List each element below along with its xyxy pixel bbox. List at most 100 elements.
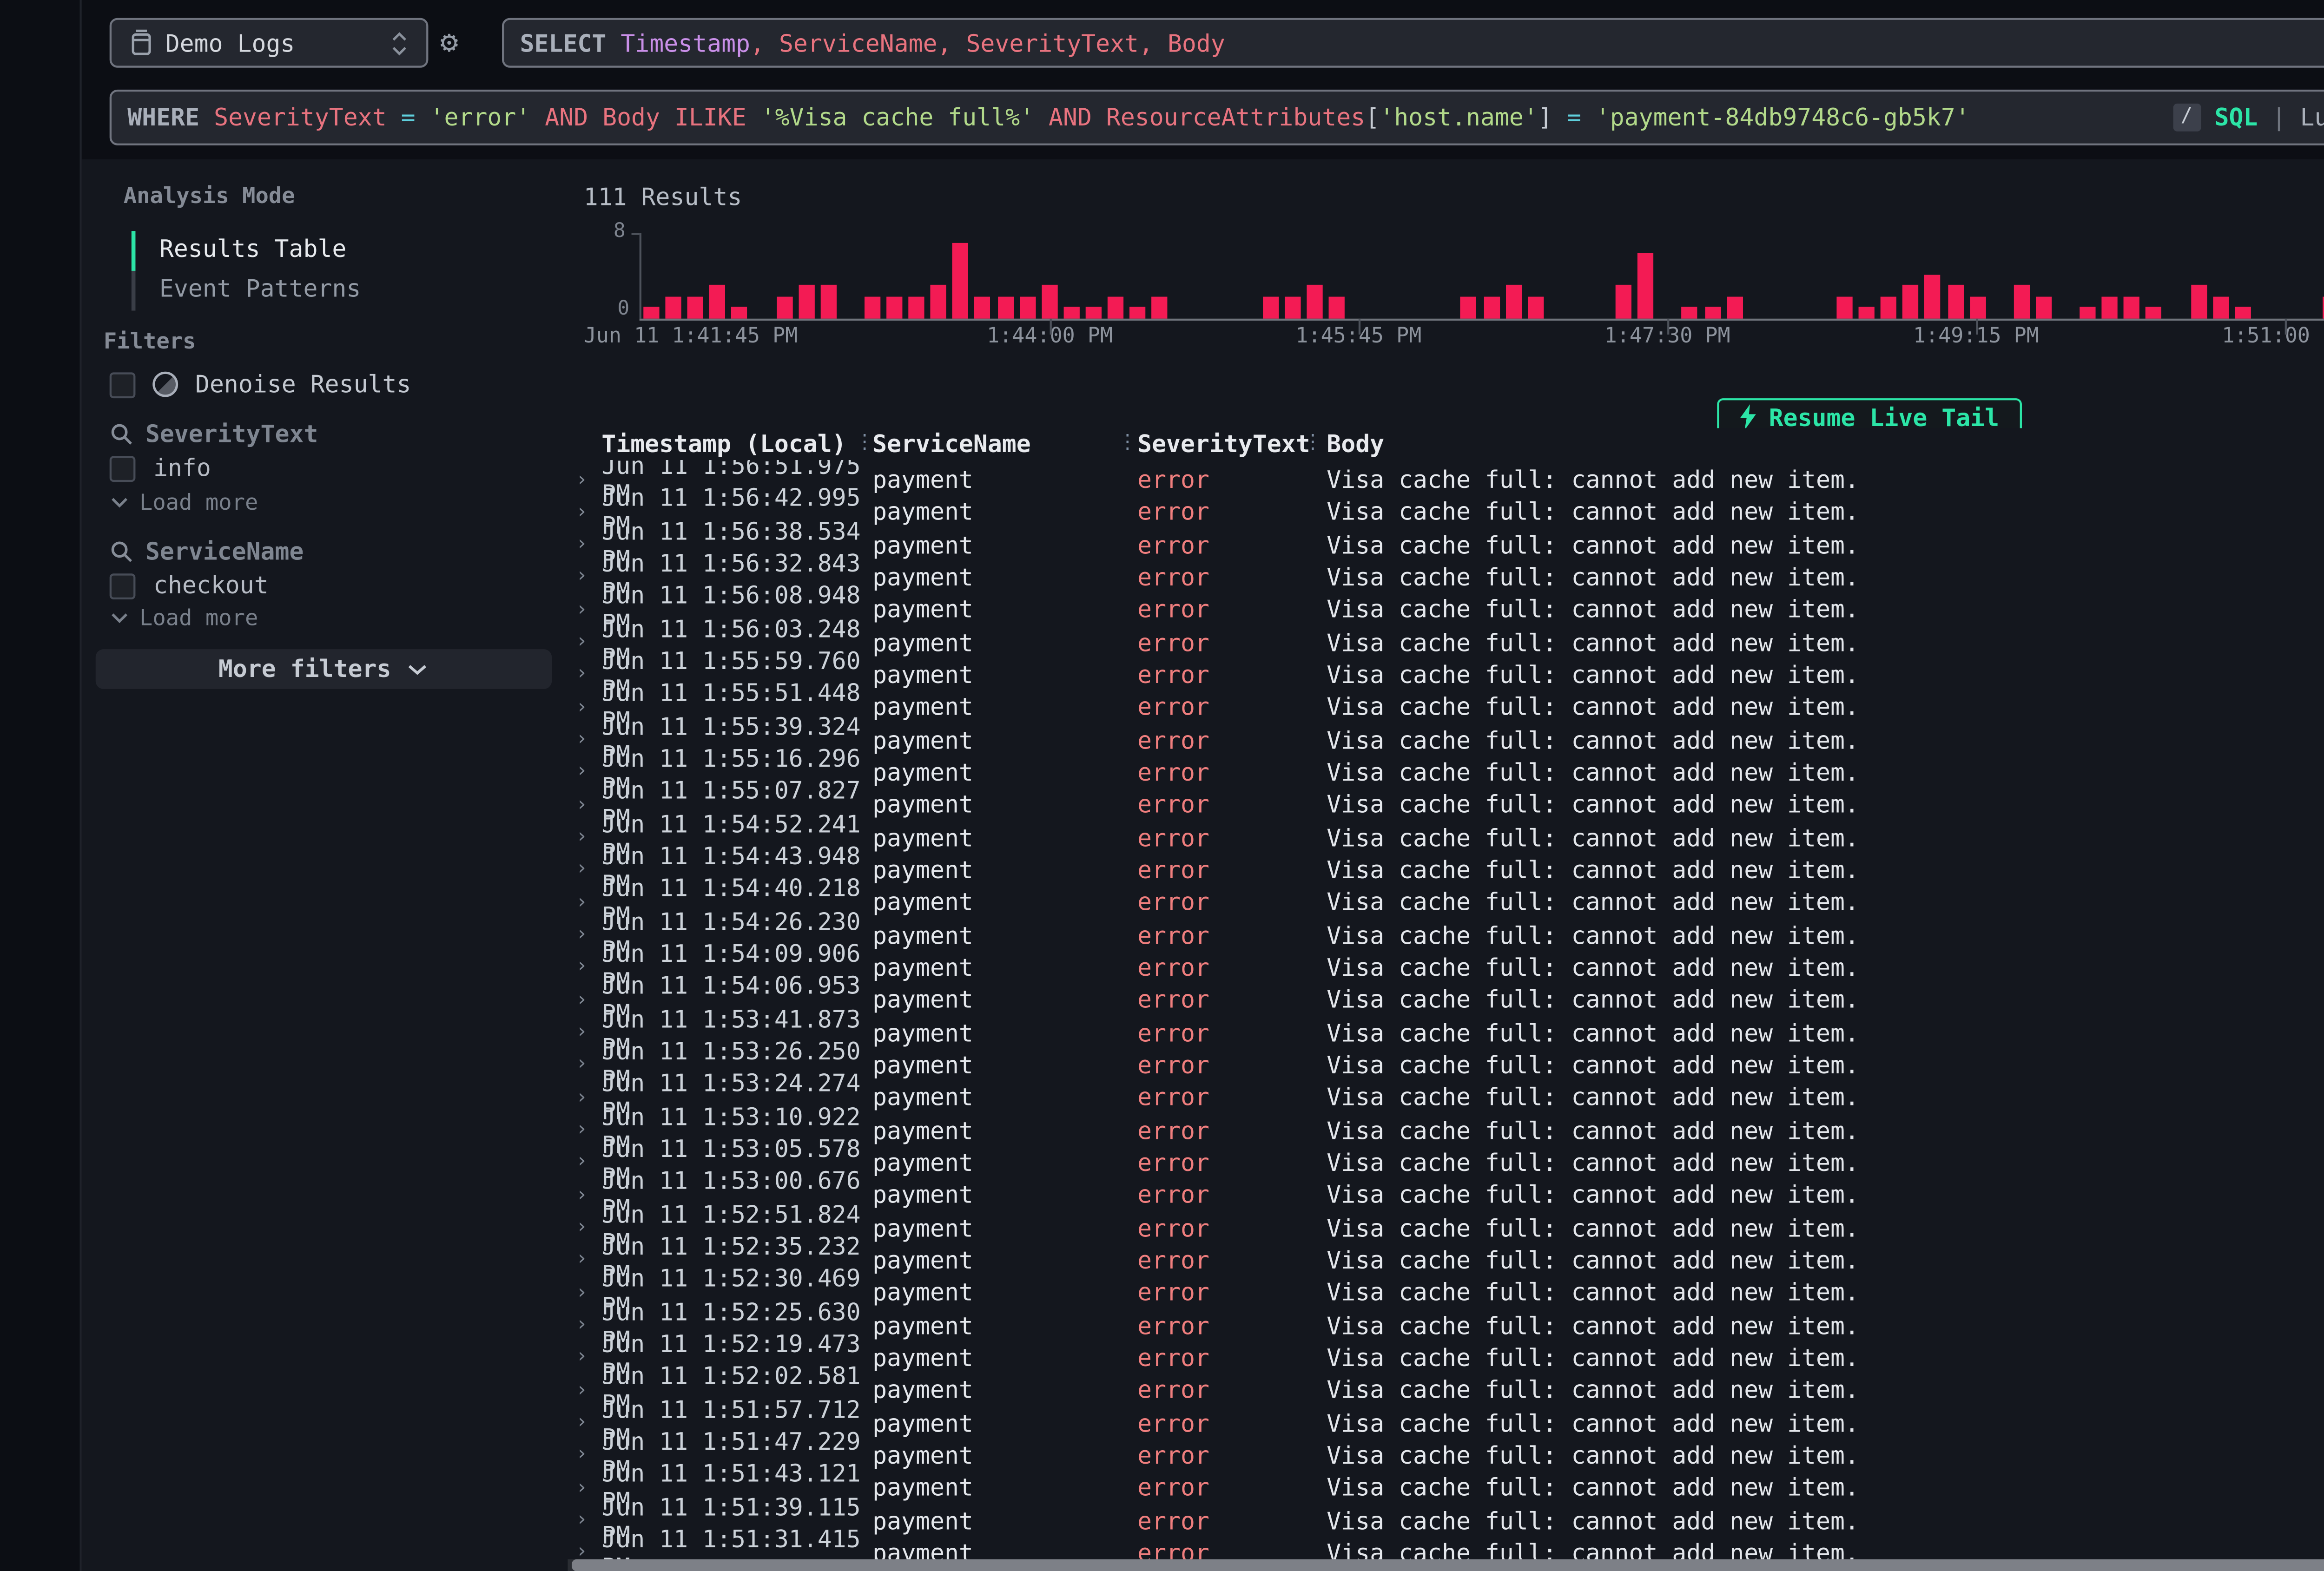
row-expand-chevron-icon[interactable]: › (568, 1510, 601, 1532)
search-icon[interactable] (110, 539, 133, 563)
histogram-bar[interactable] (666, 296, 681, 318)
histogram-bar[interactable] (643, 307, 659, 318)
histogram-bar[interactable] (2036, 296, 2052, 318)
column-header-severitytext[interactable]: SeverityText (1137, 430, 1327, 458)
row-expand-chevron-icon[interactable]: › (568, 1315, 601, 1336)
load-more-severitytext[interactable]: Load more (110, 490, 258, 516)
filter-option-info[interactable]: info (110, 454, 211, 482)
histogram-bar[interactable] (1616, 286, 1631, 318)
row-expand-chevron-icon[interactable]: › (568, 1119, 601, 1141)
column-header-servicename[interactable]: ServiceName (872, 430, 1137, 458)
column-header-timestamp[interactable]: Timestamp (Local) (601, 430, 872, 458)
histogram-bar[interactable] (1505, 286, 1521, 318)
row-expand-chevron-icon[interactable]: › (568, 664, 601, 686)
filter-field-label[interactable]: SeverityText (145, 420, 318, 448)
checkout-checkbox[interactable] (110, 572, 136, 598)
histogram-bar[interactable] (1527, 296, 1543, 318)
histogram-bar[interactable] (1859, 307, 1875, 318)
horizontal-scrollbar-thumb[interactable] (572, 1559, 2324, 1571)
row-expand-chevron-icon[interactable]: › (568, 827, 601, 848)
query-language-toggle[interactable]: / SQL | Lucene (2172, 104, 2324, 131)
histogram-bar[interactable] (1483, 296, 1499, 318)
row-expand-chevron-icon[interactable]: › (568, 631, 601, 653)
more-filters-button[interactable]: More filters (96, 649, 552, 689)
row-expand-chevron-icon[interactable]: › (568, 1217, 601, 1239)
histogram-bar[interactable] (1041, 286, 1057, 318)
histogram-bar[interactable] (2146, 307, 2162, 318)
histogram-bar[interactable] (1682, 307, 1698, 318)
row-expand-chevron-icon[interactable]: › (568, 1184, 601, 1206)
histogram-bar[interactable] (931, 286, 946, 318)
where-query-input[interactable]: WHERE SeverityText = 'error' AND Body IL… (110, 90, 2324, 145)
row-expand-chevron-icon[interactable]: › (568, 1249, 601, 1271)
histogram-bar[interactable] (1947, 286, 1963, 318)
row-expand-chevron-icon[interactable]: › (568, 892, 601, 914)
row-expand-chevron-icon[interactable]: › (568, 1152, 601, 1174)
column-resize-grip[interactable]: ⋮ (1303, 434, 1323, 454)
lucene-mode-option[interactable]: Lucene (2300, 104, 2324, 131)
histogram-bar[interactable] (710, 286, 726, 318)
histogram-bar[interactable] (865, 296, 880, 318)
histogram-bar[interactable] (732, 307, 747, 318)
row-expand-chevron-icon[interactable]: › (568, 1477, 601, 1499)
histogram-bar[interactable] (1704, 307, 1720, 318)
histogram-bar[interactable] (2212, 296, 2228, 318)
search-icon[interactable] (110, 422, 133, 446)
row-expand-chevron-icon[interactable]: › (568, 1282, 601, 1304)
histogram-bar[interactable] (1925, 275, 1941, 318)
histogram-bar[interactable] (2080, 307, 2096, 318)
histogram-bar[interactable] (798, 286, 814, 318)
row-expand-chevron-icon[interactable]: › (568, 729, 601, 751)
row-expand-chevron-icon[interactable]: › (568, 989, 601, 1011)
histogram-bar[interactable] (1881, 296, 1897, 318)
histogram-bar[interactable] (1328, 296, 1344, 318)
source-select[interactable]: Demo Logs (110, 18, 429, 68)
histogram-bar[interactable] (2014, 286, 2029, 318)
gear-icon[interactable]: ⚙ (440, 26, 458, 58)
histogram-bar[interactable] (1152, 296, 1168, 318)
denoise-checkbox[interactable] (110, 371, 136, 397)
histogram-bar[interactable] (1019, 296, 1035, 318)
column-resize-grip[interactable]: ⋮ (1117, 434, 1137, 454)
info-checkbox[interactable] (110, 455, 136, 481)
row-expand-chevron-icon[interactable]: › (568, 534, 601, 556)
row-expand-chevron-icon[interactable]: › (568, 859, 601, 881)
row-expand-chevron-icon[interactable]: › (568, 1380, 601, 1401)
histogram-bar[interactable] (1461, 296, 1477, 318)
histogram-bar[interactable] (953, 243, 969, 317)
histogram-bar[interactable] (1262, 296, 1278, 318)
histogram-bar[interactable] (1063, 307, 1079, 318)
histogram-bar[interactable] (1726, 296, 1742, 318)
histogram-bar[interactable] (1284, 296, 1300, 318)
denoise-results-row[interactable]: Denoise Results (110, 370, 411, 398)
row-expand-chevron-icon[interactable]: › (568, 1022, 601, 1044)
row-expand-chevron-icon[interactable]: › (568, 794, 601, 816)
column-resize-grip[interactable]: ⋮ (855, 434, 875, 454)
histogram-bar[interactable] (2102, 296, 2118, 318)
row-expand-chevron-icon[interactable]: › (568, 924, 601, 946)
histogram-bar[interactable] (886, 296, 902, 318)
load-more-servicename[interactable]: Load more (110, 605, 258, 631)
histogram-bar[interactable] (975, 296, 990, 318)
row-expand-chevron-icon[interactable]: › (568, 957, 601, 979)
histogram-bar[interactable] (909, 296, 924, 318)
row-expand-chevron-icon[interactable]: › (568, 566, 601, 588)
row-expand-chevron-icon[interactable]: › (568, 1347, 601, 1369)
row-expand-chevron-icon[interactable]: › (568, 469, 601, 491)
select-query-input[interactable]: SELECT Timestamp, ServiceName, SeverityT… (502, 18, 2324, 68)
histogram-bar[interactable] (1837, 296, 1853, 318)
row-expand-chevron-icon[interactable]: › (568, 1445, 601, 1466)
histogram-bar[interactable] (1085, 307, 1101, 318)
histogram-bar[interactable] (2234, 307, 2250, 318)
histogram-bar[interactable] (2190, 286, 2206, 318)
histogram-bar[interactable] (1307, 286, 1322, 318)
row-expand-chevron-icon[interactable]: › (568, 1412, 601, 1434)
histogram-bar[interactable] (1638, 254, 1654, 318)
column-header-body[interactable]: Body (1327, 430, 2324, 458)
filter-option-checkout[interactable]: checkout (110, 572, 269, 599)
histogram-bar[interactable] (1108, 296, 1123, 318)
mode-results-table[interactable]: Results Table (159, 235, 347, 263)
histogram-bar[interactable] (820, 286, 836, 318)
row-expand-chevron-icon[interactable]: › (568, 697, 601, 718)
sql-mode-option[interactable]: SQL (2214, 104, 2258, 131)
